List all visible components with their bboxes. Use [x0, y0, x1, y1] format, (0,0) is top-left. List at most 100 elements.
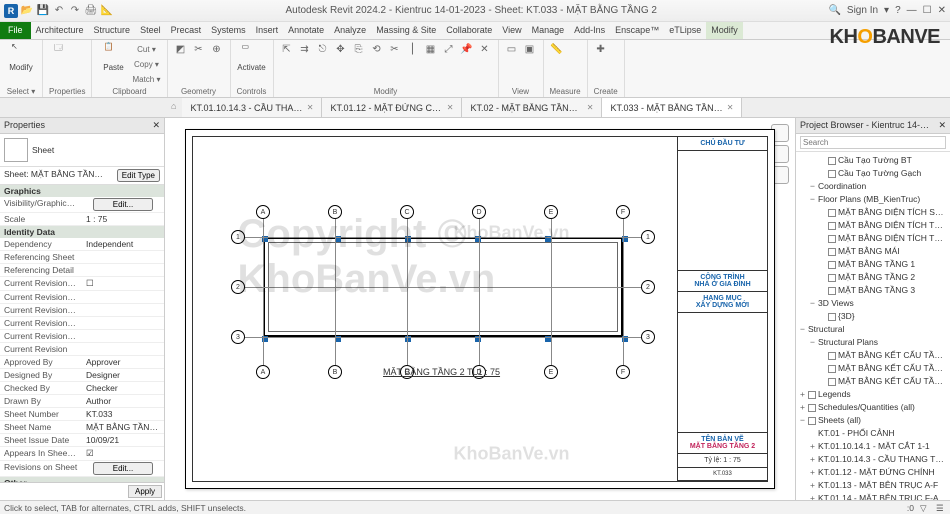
tree-node[interactable]: +KT.01.12 - MẶT ĐỨNG CHÍNH: [796, 466, 950, 479]
close-icon[interactable]: ✕: [938, 5, 946, 16]
modify-button[interactable]: ↖Modify: [6, 42, 36, 72]
move-icon[interactable]: ✥: [334, 42, 348, 56]
prop-value[interactable]: ☑: [82, 447, 164, 460]
view1-icon[interactable]: ▭: [505, 42, 519, 56]
properties-instance[interactable]: Sheet: MẶT BẰNG TẦNG 2: [4, 169, 104, 182]
tab-close-icon[interactable]: ✕: [587, 103, 594, 112]
tree-node[interactable]: +Legends: [796, 388, 950, 401]
help-icon[interactable]: ?: [895, 5, 901, 16]
split-icon[interactable]: ⎮: [406, 42, 420, 56]
scale-icon[interactable]: ⤢: [442, 42, 456, 56]
tab-analyze[interactable]: Analyze: [329, 22, 371, 39]
tree-node[interactable]: MẶT BẰNG TẦNG 1: [796, 258, 950, 271]
prop-value[interactable]: KT.033: [82, 408, 164, 420]
prop-value[interactable]: 1 : 75: [82, 213, 164, 225]
tree-node[interactable]: MẶT BẰNG MÁI: [796, 245, 950, 258]
trim-icon[interactable]: ✂: [388, 42, 402, 56]
tree-node[interactable]: +KT.01.10.14.3 - CẦU THANG TẦNG 1: [796, 453, 950, 466]
doc-tab[interactable]: KT.033 - MẶT BẰNG TẦNG 2✕: [602, 98, 742, 117]
prop-value[interactable]: Approver: [82, 356, 164, 368]
tree-node[interactable]: Cầu Tạo Tường BT: [796, 154, 950, 167]
open-icon[interactable]: 📂: [20, 4, 34, 18]
tab-close-icon[interactable]: ✕: [307, 103, 314, 112]
tab-manage[interactable]: Manage: [527, 22, 570, 39]
measure-icon[interactable]: 📐: [100, 4, 114, 18]
prop-value[interactable]: [82, 304, 164, 316]
save-icon[interactable]: 💾: [36, 4, 50, 18]
copy-button[interactable]: Copy ▾: [132, 57, 160, 71]
tree-node[interactable]: Cầu Tạo Tường Gạch: [796, 167, 950, 180]
mirror-icon[interactable]: ⎋: [316, 42, 330, 56]
tree-node[interactable]: MẶT BẰNG KẾT CẤU TẦNG 1: [796, 349, 950, 362]
prop-value[interactable]: ☐: [82, 277, 164, 290]
tree-node[interactable]: MẶT BẰNG TẦNG 2: [796, 271, 950, 284]
search-icon[interactable]: 🔍: [828, 5, 840, 16]
tab-massingsite[interactable]: Massing & Site: [371, 22, 441, 39]
tree-node[interactable]: MẶT BẰNG TẦNG 3: [796, 284, 950, 297]
tab-addins[interactable]: Add-Ins: [569, 22, 610, 39]
tree-node[interactable]: +KT.01.14 - MẶT BÊN TRỤC F-A: [796, 492, 950, 500]
tab-close-icon[interactable]: ✕: [447, 103, 454, 112]
prop-value[interactable]: Edit...: [82, 197, 164, 212]
floorplan-view[interactable]: AABBCCDDEEFF112233 MẶT BẰNG TẦNG 2 TL1 :…: [223, 197, 663, 397]
prop-value[interactable]: [82, 251, 164, 263]
tree-node[interactable]: −3D Views: [796, 297, 950, 310]
filter-icon[interactable]: ▽: [920, 503, 930, 513]
tree-node[interactable]: MẶT BẰNG DIỆN TÍCH SỬ DỤNG BẰNG: [796, 206, 950, 219]
tab-architecture[interactable]: Architecture: [31, 22, 89, 39]
offset-icon[interactable]: ⇉: [298, 42, 312, 56]
prop-value[interactable]: Designer: [82, 369, 164, 381]
tab-structure[interactable]: Structure: [89, 22, 136, 39]
tree-node[interactable]: −Structural Plans: [796, 336, 950, 349]
print-icon[interactable]: 🖨: [84, 4, 98, 18]
tab-modify[interactable]: Modify: [706, 22, 743, 39]
undo-icon[interactable]: ↶: [52, 4, 66, 18]
workset-icon[interactable]: ☰: [936, 503, 946, 513]
tree-node[interactable]: −Floor Plans (MB_KienTruc): [796, 193, 950, 206]
match-button[interactable]: Match ▾: [132, 72, 160, 86]
tree-node[interactable]: MẶT BẰNG KẾT CẤU TẦNG 3: [796, 375, 950, 388]
drawing-canvas[interactable]: CHỦ ĐẦU TƯ CÔNG TRÌNHNHÀ Ở GIA ĐÌNH HẠNG…: [165, 118, 795, 500]
tab-annotate[interactable]: Annotate: [283, 22, 329, 39]
tree-node[interactable]: +KT.01.10.14.1 - MẶT CẮT 1-1: [796, 440, 950, 453]
prop-value[interactable]: Edit...: [82, 461, 164, 476]
properties-button[interactable]: 🗔: [49, 42, 79, 62]
tab-collaborate[interactable]: Collaborate: [441, 22, 497, 39]
prop-value[interactable]: Independent: [82, 238, 164, 250]
tab-home-icon[interactable]: ⌂: [165, 98, 182, 117]
prop-value[interactable]: [82, 330, 164, 342]
tree-node[interactable]: +Schedules/Quantities (all): [796, 401, 950, 414]
properties-type-selector[interactable]: Sheet: [0, 134, 164, 167]
minimize-icon[interactable]: —: [907, 5, 917, 16]
doc-tab[interactable]: KT.01.10.14.3 - CẦU THANG TẦNG 1✕: [182, 98, 322, 117]
tab-precast[interactable]: Precast: [166, 22, 207, 39]
rotate-icon[interactable]: ⟲: [370, 42, 384, 56]
tab-view[interactable]: View: [497, 22, 526, 39]
doc-tab[interactable]: KT.01.12 - MẶT ĐỨNG CHÍNH✕: [322, 98, 462, 117]
tree-node[interactable]: KT.01 - PHỐI CẢNH: [796, 427, 950, 440]
delete-icon[interactable]: ✕: [478, 42, 492, 56]
tree-node[interactable]: −Structural: [796, 323, 950, 336]
tab-close-icon[interactable]: ✕: [727, 103, 734, 112]
tab-etlipse[interactable]: eTLipse: [664, 22, 706, 39]
prop-value[interactable]: [82, 264, 164, 276]
copy2-icon[interactable]: ⎘: [352, 42, 366, 56]
prop-value[interactable]: Checker: [82, 382, 164, 394]
redo-icon[interactable]: ↷: [68, 4, 82, 18]
measure-icon2[interactable]: 📏: [550, 42, 564, 56]
maximize-icon[interactable]: ☐: [923, 5, 932, 16]
tree-node[interactable]: MẶT BẰNG KẾT CẤU TẦNG 2: [796, 362, 950, 375]
apply-button[interactable]: Apply: [128, 485, 162, 498]
palette-close-icon[interactable]: ✕: [152, 120, 160, 131]
create-icon[interactable]: ✚: [594, 42, 608, 56]
cut-geom-icon[interactable]: ✂: [192, 42, 206, 56]
tree-node[interactable]: {3D}: [796, 310, 950, 323]
tree-node[interactable]: +KT.01.13 - MẶT BÊN TRỤC A-F: [796, 479, 950, 492]
browser-close-icon[interactable]: ✕: [938, 120, 946, 131]
edit-type-button[interactable]: Edit Type: [117, 169, 160, 182]
doc-tab[interactable]: KT.02 - MẶT BẰNG TẦNG 1✕: [462, 98, 602, 117]
tab-systems[interactable]: Systems: [206, 22, 251, 39]
view2-icon[interactable]: ▣: [523, 42, 537, 56]
tree-node[interactable]: −Sheets (all): [796, 414, 950, 427]
prop-value[interactable]: Author: [82, 395, 164, 407]
